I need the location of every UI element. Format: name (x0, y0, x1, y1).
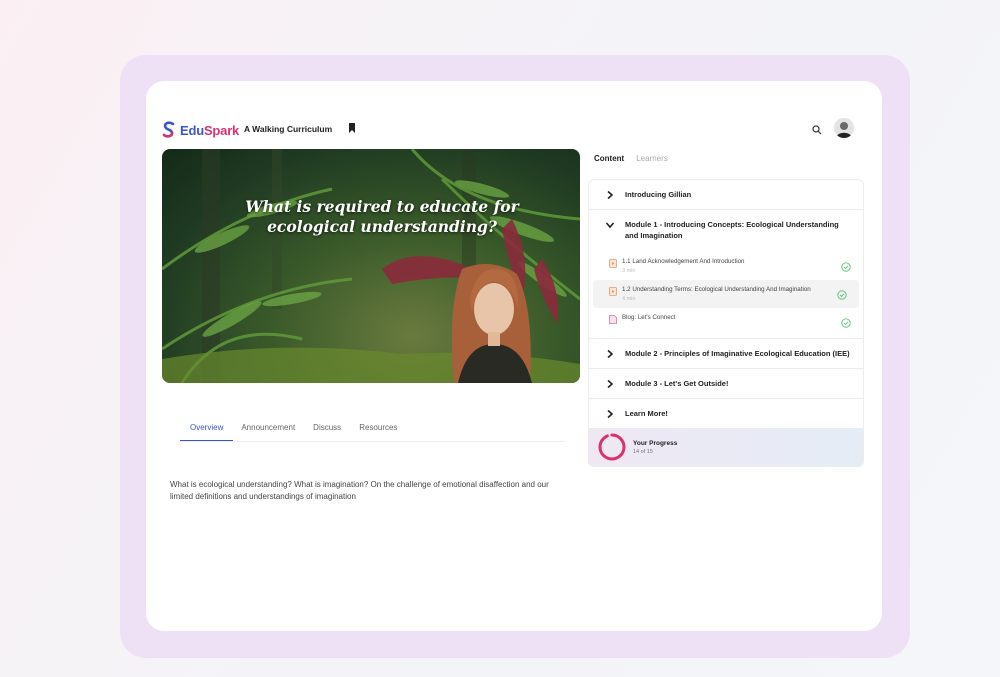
user-avatar[interactable] (834, 118, 854, 138)
edu-spark-logo[interactable]: EduSpark (162, 121, 239, 139)
tab-overview[interactable]: Overview (180, 419, 234, 442)
video-lesson-icon (609, 287, 617, 296)
module-2[interactable]: Module 2 - Principles of Imaginative Eco… (589, 339, 863, 369)
lesson-title: 1.2 Understanding Terms: Ecological Unde… (622, 286, 811, 293)
lesson-title: 1.1 Land Acknowledgement And Introductio… (622, 258, 745, 265)
module-1[interactable]: Module 1 - Introducing Concepts: Ecologi… (589, 210, 863, 250)
chevron-right-icon (607, 379, 614, 389)
tabs-divider (180, 441, 565, 442)
course-outline: Introducing Gillian Module 1 - Introduci… (588, 179, 864, 467)
video-player[interactable]: What is required to educate for ecologic… (162, 149, 580, 383)
lesson-blog[interactable]: Blog: Let's Connect (589, 308, 863, 334)
module-introducing-gillian[interactable]: Introducing Gillian (589, 180, 863, 210)
module-title: Introducing Gillian (625, 190, 692, 199)
tab-announcement[interactable]: Announcement (241, 419, 295, 442)
document-icon (609, 315, 617, 324)
chevron-right-icon (607, 349, 614, 359)
module-1-lessons: 1.1 Land Acknowledgement And Introductio… (589, 250, 863, 339)
lesson-title: Blog: Let's Connect (622, 314, 676, 321)
module-title: Module 1 - Introducing Concepts: Ecologi… (625, 220, 839, 240)
overview-description: What is ecological understanding? What i… (170, 480, 549, 501)
tab-resources[interactable]: Resources (359, 419, 397, 442)
video-lesson-icon (609, 259, 617, 268)
progress-panel: Your Progress 14 of 15 (589, 428, 863, 466)
chevron-down-icon (605, 222, 615, 229)
tab-learners[interactable]: Learners (636, 154, 668, 163)
chevron-right-icon (607, 190, 614, 200)
lesson-duration: 3 min (622, 268, 636, 274)
progress-title: Your Progress (633, 439, 678, 447)
logo-text-spark: Spark (203, 122, 240, 138)
course-title: A Walking Curriculum (244, 124, 333, 134)
progress-count: 14 of 15 (633, 448, 653, 455)
avatar-icon (834, 118, 854, 138)
lesson-1-2[interactable]: 1.2 Understanding Terms: Ecological Unde… (593, 280, 859, 308)
check-circle-icon (841, 318, 851, 328)
progress-ring (598, 433, 626, 461)
module-learn-more[interactable]: Learn More! (589, 399, 863, 428)
bookmark-icon[interactable] (348, 123, 356, 133)
panel-tabs: Content Learners (594, 154, 668, 163)
course-tabs: Overview Announcement Discuss Resources (180, 419, 415, 442)
logo-mark-icon (162, 121, 175, 138)
module-3[interactable]: Module 3 - Let's Get Outside! (589, 369, 863, 399)
tab-discuss[interactable]: Discuss (313, 419, 341, 442)
video-caption: What is required to educate for ecologic… (245, 197, 519, 236)
module-title: Module 3 - Let's Get Outside! (625, 379, 729, 388)
lesson-duration: 4 min (622, 296, 636, 302)
check-circle-icon (837, 290, 847, 300)
logo-text-edu: Edu (180, 122, 204, 138)
video-frame (162, 149, 580, 383)
tab-content[interactable]: Content (594, 154, 624, 163)
module-title: Module 2 - Principles of Imaginative Eco… (625, 349, 850, 358)
app-window: EduSpark A Walking Curriculum What is re… (146, 81, 882, 631)
module-title: Learn More! (625, 409, 668, 418)
search-icon[interactable] (812, 125, 822, 135)
chevron-right-icon (607, 409, 614, 419)
lesson-1-1[interactable]: 1.1 Land Acknowledgement And Introductio… (589, 252, 863, 280)
check-circle-icon (841, 262, 851, 272)
